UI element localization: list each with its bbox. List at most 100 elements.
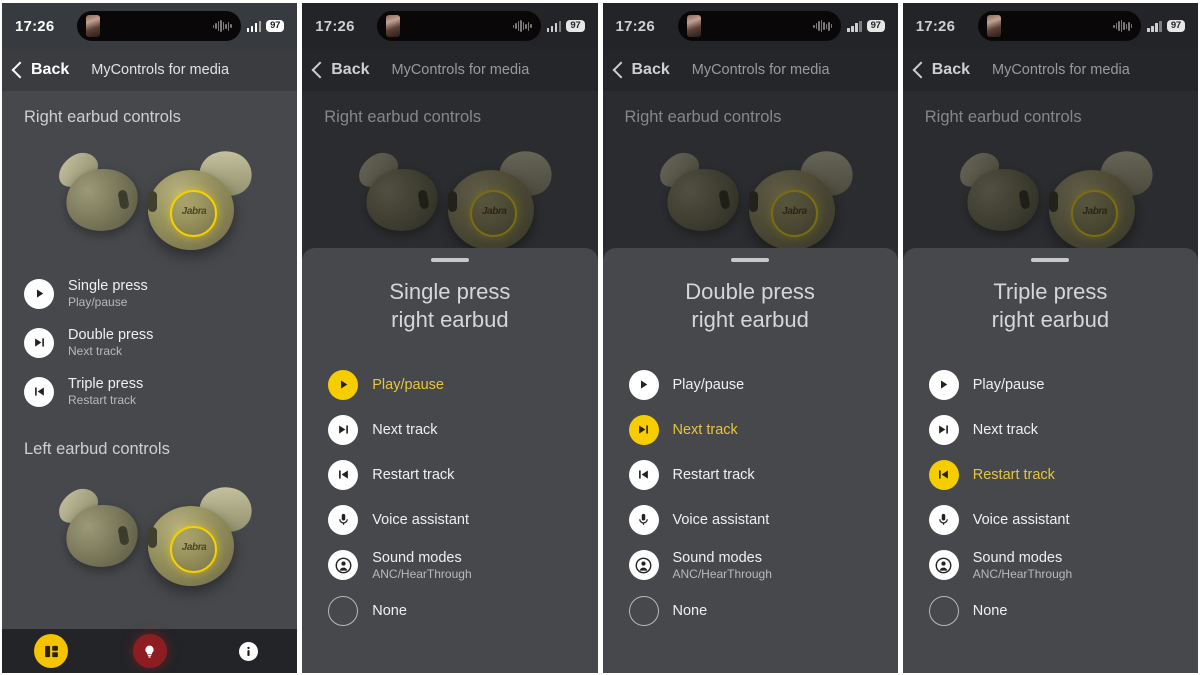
option-label: Next track	[372, 421, 438, 438]
cellular-signal-icon	[246, 20, 262, 32]
row-text: Double press Next track	[68, 327, 153, 358]
sheet-drag-handle[interactable]	[1031, 258, 1070, 262]
lightbulb-icon[interactable]	[132, 634, 167, 668]
panels-icon[interactable]	[34, 634, 69, 668]
microphone-icon[interactable]	[628, 504, 659, 535]
option-row[interactable]: Sound modes ANC/HearThrough	[903, 542, 1198, 588]
option-label: Sound modes	[672, 549, 762, 566]
status-bar: 17:26 97	[2, 3, 298, 49]
dynamic-island[interactable]	[677, 11, 842, 41]
play-pause-icon[interactable]	[928, 369, 959, 400]
back-button[interactable]: Back	[311, 61, 370, 79]
option-label: Restart track	[372, 466, 455, 483]
back-button-label: Back	[31, 61, 70, 78]
status-time: 17:26	[915, 17, 956, 35]
option-row[interactable]: Voice assistant	[603, 497, 898, 542]
cellular-signal-icon	[847, 20, 862, 32]
assignment-subtitle: Restart track	[68, 393, 137, 407]
info-icon[interactable]	[238, 641, 258, 661]
dynamic-island[interactable]	[377, 11, 541, 41]
option-row[interactable]: Next track	[903, 407, 1198, 452]
next-track-icon[interactable]	[928, 414, 959, 445]
assignment-row[interactable]: Single press Play/pause	[2, 269, 297, 318]
row-text: Voice assistant	[973, 512, 1070, 528]
row-text: None	[372, 603, 407, 619]
status-right-group: 97	[1147, 19, 1185, 33]
panel-overview: 17:26 97 Back MyControls for media Right ear…	[2, 3, 298, 673]
screenshot-collage: 17:26 97 Back MyControls for media Right ear…	[0, 0, 1200, 675]
option-row[interactable]: None	[302, 588, 597, 633]
battery-indicator: 97	[866, 19, 885, 33]
assignment-row[interactable]: Triple press Restart track	[2, 367, 297, 416]
microphone-icon[interactable]	[928, 504, 959, 535]
restart-track-icon[interactable]	[328, 459, 359, 490]
battery-indicator: 97	[1166, 19, 1185, 33]
option-row[interactable]: Voice assistant	[302, 497, 597, 542]
nav-header: Back MyControls for media	[302, 49, 598, 91]
option-row[interactable]: Sound modes ANC/HearThrough	[603, 542, 898, 588]
sound-modes-icon[interactable]	[628, 550, 659, 580]
play-pause-icon[interactable]	[628, 369, 659, 400]
row-text: Sound modes ANC/HearThrough	[973, 550, 1072, 581]
sheet-drag-handle[interactable]	[731, 258, 770, 262]
dynamic-island[interactable]	[977, 11, 1142, 41]
sound-modes-icon[interactable]	[928, 550, 959, 580]
nav-header: Back MyControls for media	[902, 49, 1198, 91]
next-track-icon[interactable]	[24, 327, 54, 358]
panel-triple-press: 17:26 97 Back MyControls for media Right ear…	[902, 3, 1198, 673]
option-row[interactable]: Restart track	[903, 452, 1198, 497]
option-row[interactable]: Restart track	[603, 452, 898, 497]
assignment-row[interactable]: Double press Next track	[2, 318, 297, 367]
option-label: Play/pause	[672, 376, 745, 393]
tab-info[interactable]	[199, 641, 297, 661]
row-text: Single press Play/pause	[68, 278, 148, 309]
option-row[interactable]: Sound modes ANC/HearThrough	[302, 542, 597, 588]
option-row[interactable]: Play/pause	[603, 362, 898, 407]
back-button[interactable]: Back	[11, 61, 70, 79]
option-label: Restart track	[672, 466, 755, 483]
next-track-icon[interactable]	[328, 414, 359, 445]
action-sheet: Triple press right earbud Play/pause Next t…	[902, 248, 1198, 673]
earbuds-illustration: Jabra	[903, 133, 1198, 263]
back-button[interactable]: Back	[912, 61, 970, 79]
row-text: Play/pause	[973, 377, 1045, 393]
option-row[interactable]: Restart track	[302, 452, 597, 497]
empty-circle-icon[interactable]	[628, 595, 659, 626]
option-row[interactable]: None	[903, 588, 1198, 633]
play-pause-icon[interactable]	[328, 369, 359, 400]
earbud-right-slot-shape	[148, 527, 157, 548]
option-row[interactable]: Voice assistant	[903, 497, 1198, 542]
dynamic-island[interactable]	[77, 11, 241, 41]
row-text: Restart track	[973, 467, 1055, 483]
row-text: None	[973, 603, 1008, 619]
chevron-left-icon	[912, 61, 930, 79]
restart-track-icon[interactable]	[928, 459, 959, 490]
empty-circle-icon[interactable]	[328, 595, 359, 626]
option-row[interactable]: Play/pause	[302, 362, 597, 407]
option-row[interactable]: Next track	[603, 407, 898, 452]
tab-controls[interactable]	[2, 634, 100, 668]
cellular-signal-icon	[546, 20, 562, 32]
next-track-icon[interactable]	[628, 414, 659, 445]
play-pause-icon[interactable]	[24, 278, 54, 309]
option-sublabel: ANC/HearThrough	[672, 566, 772, 581]
earbud-right-slot-shape	[448, 191, 458, 212]
row-text: None	[673, 603, 708, 619]
tab-discover[interactable]	[100, 634, 198, 668]
sound-modes-icon[interactable]	[328, 550, 359, 580]
option-row[interactable]: None	[603, 588, 898, 633]
restart-track-icon[interactable]	[628, 459, 659, 490]
battery-indicator: 97	[266, 19, 285, 33]
microphone-icon[interactable]	[328, 504, 359, 535]
restart-track-icon[interactable]	[24, 376, 54, 407]
back-button[interactable]: Back	[612, 61, 670, 79]
option-row[interactable]: Next track	[302, 407, 597, 452]
chevron-left-icon	[612, 61, 629, 79]
option-row[interactable]: Play/pause	[903, 362, 1198, 407]
nav-header: Back MyControls for media	[602, 49, 898, 91]
row-text: Next track	[673, 422, 738, 438]
sheet-title-line2: right earbud	[391, 307, 509, 332]
earbud-brand-logo: Jabra	[782, 206, 807, 217]
sheet-drag-handle[interactable]	[430, 258, 469, 262]
empty-circle-icon[interactable]	[928, 595, 959, 626]
